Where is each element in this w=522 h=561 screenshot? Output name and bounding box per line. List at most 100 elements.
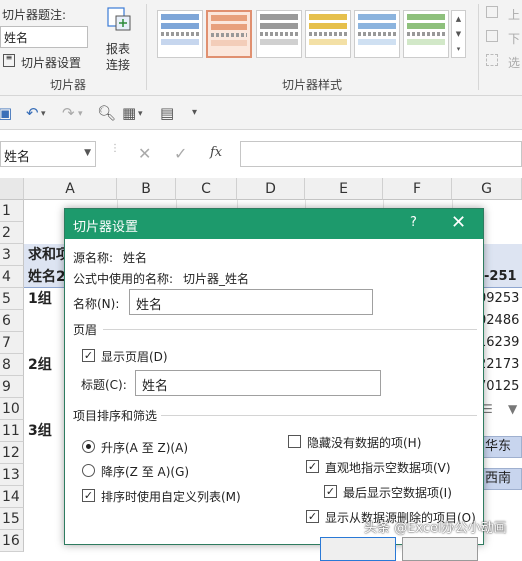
show-deleted-checkbox[interactable] xyxy=(306,510,319,523)
customize-qat-icon[interactable]: ▾ xyxy=(192,107,197,118)
format-dropdown-icon[interactable]: ▾ xyxy=(138,109,143,119)
slicer-settings-label: 切片器设置 xyxy=(21,56,82,70)
cell-a8[interactable]: 2组 xyxy=(28,354,52,376)
cell-g8[interactable]: 22173 xyxy=(478,354,522,376)
show-header-checkbox[interactable] xyxy=(82,349,95,362)
cell-g4[interactable]: -251 xyxy=(484,266,522,288)
hide-no-data-label[interactable]: 隐藏没有数据的项(H) xyxy=(307,434,421,451)
clear-filter-icon[interactable]: ▼ xyxy=(508,402,517,416)
slicer-style-blue[interactable] xyxy=(157,10,203,58)
row-header-15[interactable]: 15 xyxy=(0,508,24,530)
close-icon[interactable]: ✕ xyxy=(451,212,466,233)
scroll-up-icon[interactable]: ▲ xyxy=(456,15,461,23)
hide-no-data-checkbox[interactable] xyxy=(288,435,301,448)
column-header-f[interactable]: F xyxy=(383,178,452,200)
select-all-corner[interactable] xyxy=(0,178,24,200)
row-header-9[interactable]: 9 xyxy=(0,376,24,398)
row-header-4[interactable]: 4 xyxy=(0,266,24,288)
name-field[interactable]: 姓名 xyxy=(129,289,373,315)
cell-a4[interactable]: 姓名2 xyxy=(28,266,68,288)
slicer-style-gold[interactable] xyxy=(305,10,351,58)
insert-function-icon[interactable]: fx xyxy=(210,145,222,160)
column-header-g[interactable]: G xyxy=(452,178,522,200)
formula-input[interactable] xyxy=(240,141,522,167)
region-item-xinan[interactable]: 西南 xyxy=(478,468,522,490)
format-painter-icon[interactable]: ▦ xyxy=(122,104,136,122)
quick-access-toolbar: ▣ ↶ ▾ ↷ ▾ 🔍︎ ▦ ▾ ▤ ▾ xyxy=(0,96,522,130)
undo-dropdown-icon[interactable]: ▾ xyxy=(41,109,46,119)
print-preview-icon[interactable]: 🔍︎ xyxy=(97,104,116,122)
row-header-5[interactable]: 5 xyxy=(0,288,24,310)
row-header-11[interactable]: 11 xyxy=(0,420,24,442)
row-header-7[interactable]: 7 xyxy=(0,332,24,354)
row-header-3[interactable]: 3 xyxy=(0,244,24,266)
send-backward-label: 下 xyxy=(508,32,521,46)
column-header-b[interactable]: B xyxy=(117,178,176,200)
row-header-12[interactable]: 12 xyxy=(0,442,24,464)
cell-g6[interactable]: 02486 xyxy=(478,310,522,332)
show-header-label[interactable]: 显示页眉(D) xyxy=(101,348,168,365)
row-header-8[interactable]: 8 xyxy=(0,354,24,376)
ascending-label[interactable]: 升序(A 至 Z)(A) xyxy=(101,439,188,456)
row-header-13[interactable]: 13 xyxy=(0,464,24,486)
column-header-d[interactable]: D xyxy=(237,178,305,200)
row-header-6[interactable]: 6 xyxy=(0,310,24,332)
indicate-no-data-checkbox[interactable] xyxy=(306,460,319,473)
gallery-more-icon[interactable]: ▾ xyxy=(457,45,461,53)
indicate-no-data-label[interactable]: 直观地指示空数据项(V) xyxy=(325,459,451,476)
descending-label[interactable]: 降序(Z 至 A)(G) xyxy=(101,463,189,480)
help-icon[interactable]: ? xyxy=(410,215,417,230)
show-no-data-last-label[interactable]: 最后显示空数据项(I) xyxy=(343,484,452,501)
row-header-2[interactable]: 2 xyxy=(0,222,24,244)
cell-g7[interactable]: 16239 xyxy=(478,332,522,354)
caption-field[interactable]: 姓名 xyxy=(135,370,381,396)
selection-pane-button[interactable]: 选 xyxy=(486,54,522,72)
row-header-14[interactable]: 14 xyxy=(0,486,24,508)
column-header-c[interactable]: C xyxy=(176,178,237,200)
send-backward-button[interactable]: 下 xyxy=(486,30,522,48)
report-connections-button[interactable]: 报表 连接 xyxy=(100,6,136,72)
region-item-huadong[interactable]: 华东 xyxy=(478,436,522,458)
name-box[interactable]: 姓名 ▼ xyxy=(0,141,96,167)
name-box-dropdown-icon[interactable]: ▼ xyxy=(84,148,91,158)
bring-forward-button[interactable]: 上 xyxy=(486,6,522,24)
dialog-title-bar[interactable]: 切片器设置 ? ✕ xyxy=(65,209,483,239)
slicer-style-green[interactable] xyxy=(403,10,449,58)
cell-a11[interactable]: 3组 xyxy=(28,420,52,442)
report-connections-label-2: 连接 xyxy=(106,58,131,72)
ascending-radio[interactable] xyxy=(82,440,95,453)
row-header-1[interactable]: 1 xyxy=(0,200,24,222)
slicer-style-lightblue[interactable] xyxy=(354,10,400,58)
pivot-icon[interactable]: ▤ xyxy=(160,104,174,122)
slicer-caption-label: 切片器题注: xyxy=(2,8,67,22)
column-header-a[interactable]: A xyxy=(24,178,117,200)
gallery-scroll[interactable]: ▲ ▼ ▾ xyxy=(451,10,466,58)
cancel-button[interactable] xyxy=(402,537,478,561)
redo-dropdown-icon[interactable]: ▾ xyxy=(78,109,83,119)
header-section-rule xyxy=(103,329,477,330)
slicer-settings-button[interactable]: ≡ 切片器设置 xyxy=(2,53,92,71)
row-header-10[interactable]: 10 xyxy=(0,398,24,420)
scroll-down-icon[interactable]: ▼ xyxy=(456,30,461,38)
slicer-style-gray[interactable] xyxy=(256,10,302,58)
cell-g5[interactable]: 09253 xyxy=(478,288,522,310)
descending-radio[interactable] xyxy=(82,464,95,477)
enter-formula-icon[interactable]: ✓ xyxy=(174,144,187,163)
save-icon[interactable]: ▣ xyxy=(0,104,12,122)
custom-lists-label[interactable]: 排序时使用自定义列表(M) xyxy=(101,488,241,505)
cell-g9[interactable]: 70125 xyxy=(478,376,522,398)
cell-a5[interactable]: 1组 xyxy=(28,288,52,310)
ok-button[interactable] xyxy=(320,537,396,561)
undo-icon[interactable]: ↶ xyxy=(26,104,39,122)
cell-a3[interactable]: 求和项 xyxy=(28,244,68,266)
column-header-e[interactable]: E xyxy=(305,178,383,200)
name-field-label: 名称(N): xyxy=(73,297,120,311)
redo-icon[interactable]: ↷ xyxy=(62,104,75,122)
sort-section-rule xyxy=(161,415,477,416)
cancel-formula-icon[interactable]: ✕ xyxy=(138,144,151,163)
custom-lists-checkbox[interactable] xyxy=(82,489,95,502)
show-no-data-last-checkbox[interactable] xyxy=(324,485,337,498)
row-header-16[interactable]: 16 xyxy=(0,530,24,552)
slicer-caption-input[interactable]: 姓名 xyxy=(0,26,88,48)
slicer-style-orange[interactable] xyxy=(206,10,252,58)
